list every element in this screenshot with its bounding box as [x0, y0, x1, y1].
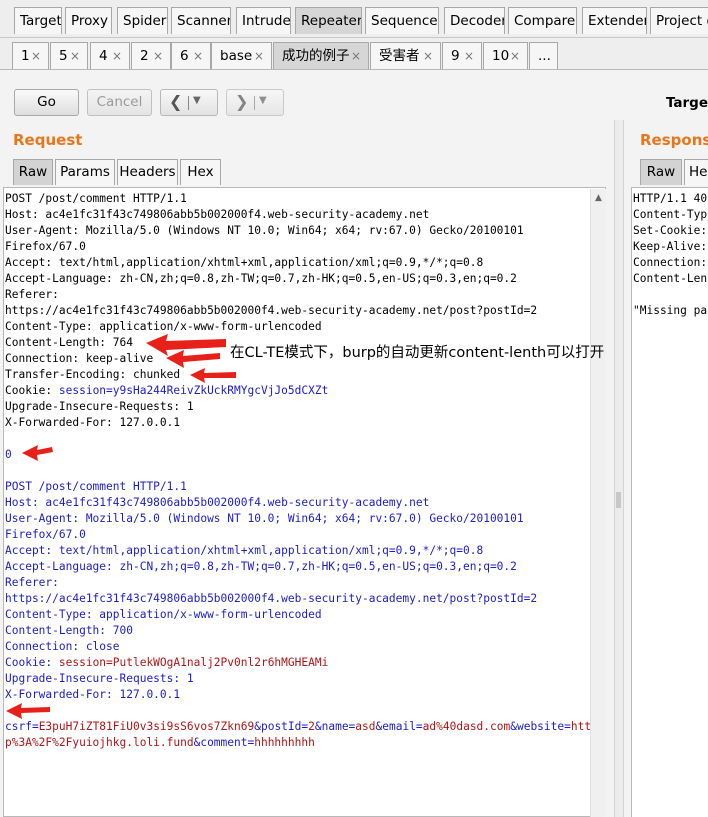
arrow-to-content-length [146, 334, 226, 356]
arrow-to-body-separator [6, 703, 50, 719]
arrow-to-connection [166, 350, 220, 368]
annotation-arrows [6, 334, 236, 719]
arrow-to-chunk-terminator [22, 445, 53, 461]
arrow-to-transfer-encoding [190, 368, 236, 383]
